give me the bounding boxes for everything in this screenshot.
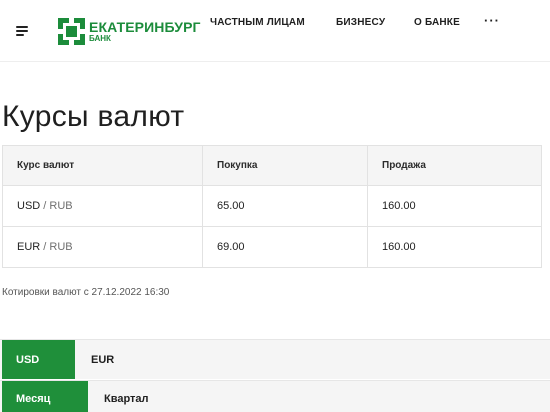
buy-rate: 69.00	[202, 226, 368, 268]
logo-name: ЕКАТЕРИНБУРГ	[89, 18, 201, 35]
currency-pair-cell: EUR / RUB	[2, 226, 203, 268]
logo-subtitle: БАНК	[89, 33, 111, 43]
more-menu-icon[interactable]: ···	[484, 13, 500, 28]
currency-option-eur[interactable]: EUR	[91, 340, 114, 379]
header-buy: Покупка	[202, 145, 368, 186]
table-row: USD / RUB 65.00 160.00	[2, 185, 542, 227]
base-currency: RUB	[49, 241, 73, 253]
currency-option-usd[interactable]: USD	[2, 340, 75, 379]
nav-business[interactable]: БИЗНЕСУ	[336, 17, 385, 28]
bank-logo[interactable]: ЕКАТЕРИНБУРГ БАНК	[58, 16, 201, 46]
currency-code: USD	[17, 200, 41, 212]
period-option-quarter[interactable]: Квартал	[104, 381, 149, 412]
buy-rate: 65.00	[202, 185, 368, 227]
site-header: ЕКАТЕРИНБУРГ БАНК ЧАСТНЫМ ЛИЦАМ БИЗНЕСУ …	[0, 0, 550, 62]
header-currency: Курс валют	[2, 145, 203, 186]
period-switch: Месяц Квартал	[0, 380, 550, 412]
table-header-row: Курс валют Покупка Продажа	[2, 145, 542, 186]
currency-switch: USD EUR	[0, 339, 550, 379]
nav-private-clients[interactable]: ЧАСТНЫМ ЛИЦАМ	[210, 17, 305, 28]
logo-icon	[58, 17, 85, 45]
period-option-month[interactable]: Месяц	[2, 381, 88, 412]
exchange-rates-table: Курс валют Покупка Продажа USD / RUB 65.…	[2, 145, 542, 268]
sell-rate: 160.00	[367, 185, 542, 227]
base-currency: RUB	[49, 200, 73, 212]
page-title: Курсы валют	[2, 100, 185, 133]
sell-rate: 160.00	[367, 226, 542, 268]
menu-icon[interactable]	[16, 26, 28, 36]
table-row: EUR / RUB 69.00 160.00	[2, 226, 542, 268]
currency-code: EUR	[17, 241, 41, 253]
nav-about-bank[interactable]: О БАНКЕ	[414, 17, 460, 28]
currency-pair-cell: USD / RUB	[2, 185, 203, 227]
quote-timestamp: Котировки валют с 27.12.2022 16:30	[2, 287, 170, 298]
header-sell: Продажа	[367, 145, 542, 186]
